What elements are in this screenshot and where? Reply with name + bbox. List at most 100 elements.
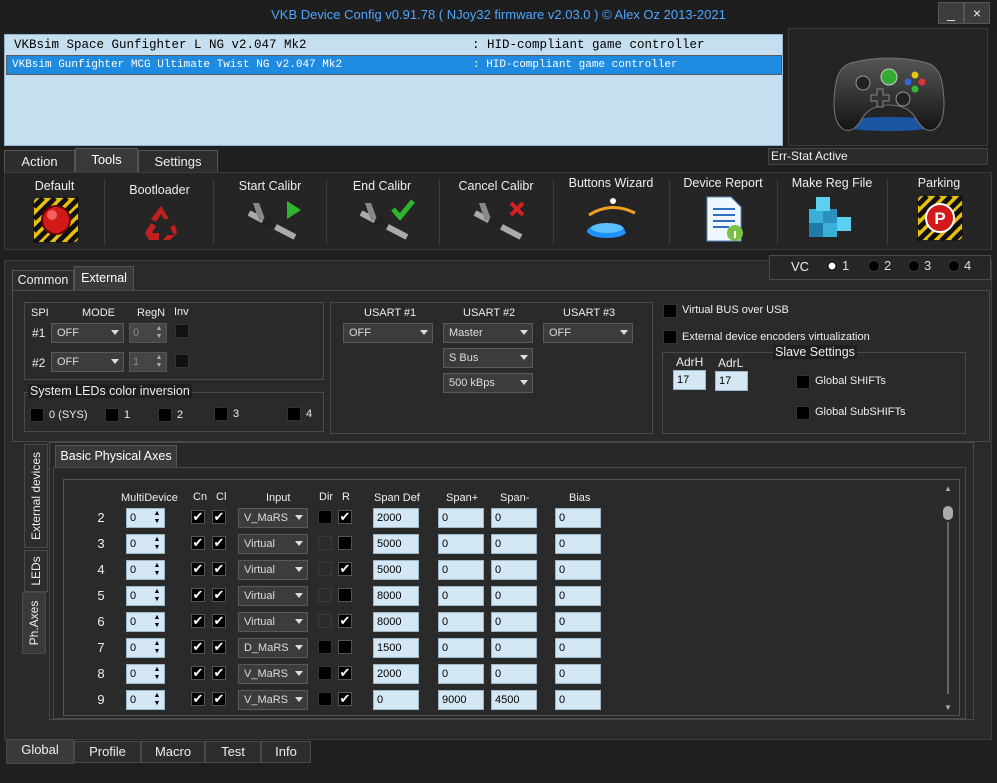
bias-input[interactable]: 0 xyxy=(555,664,601,684)
tab-test[interactable]: Test xyxy=(205,741,261,763)
dir-checkbox[interactable] xyxy=(318,692,332,706)
updown-icon[interactable]: ▲ ▼ xyxy=(152,536,162,552)
cl-checkbox[interactable]: ✔ xyxy=(212,614,226,628)
cn-checkbox[interactable]: ✔ xyxy=(191,614,205,628)
spi-2-mode-select[interactable]: OFF xyxy=(51,352,124,372)
tab-external-devices[interactable]: External devices xyxy=(24,444,48,548)
led-4-checkbox[interactable] xyxy=(287,407,301,421)
span-plus-input[interactable]: 9000 xyxy=(438,690,484,710)
input-select[interactable]: Virtual xyxy=(238,560,308,580)
ext-encoders-checkbox[interactable] xyxy=(663,330,677,344)
led-2-checkbox[interactable] xyxy=(158,408,172,422)
multidevice-stepper[interactable]: 0 ▲ ▼ xyxy=(126,638,165,658)
make-reg-file-button[interactable]: Make Reg File xyxy=(779,173,885,249)
parking-button[interactable]: Parking P xyxy=(889,173,989,249)
cancel-calibr-button[interactable]: Cancel Calibr xyxy=(441,173,551,249)
tab-tools[interactable]: Tools xyxy=(75,148,138,173)
tab-info[interactable]: Info xyxy=(261,741,311,763)
led-1-checkbox[interactable] xyxy=(105,408,119,422)
multidevice-stepper[interactable]: 0 ▲ ▼ xyxy=(126,560,165,580)
updown-icon[interactable]: ▲ ▼ xyxy=(152,510,162,526)
adrl-input[interactable]: 17 xyxy=(715,371,748,391)
span-def-input[interactable]: 1500 xyxy=(373,638,419,658)
tab-external[interactable]: External xyxy=(74,266,134,290)
updown-icon[interactable]: ▲ ▼ xyxy=(152,692,162,708)
device-row-1[interactable]: VKBsim Space Gunfighter L NG v2.047 Mk2:… xyxy=(6,36,782,54)
span-minus-input[interactable]: 0 xyxy=(491,508,537,528)
span-minus-input[interactable]: 0 xyxy=(491,560,537,580)
span-def-input[interactable]: 5000 xyxy=(373,534,419,554)
cn-checkbox[interactable]: ✔ xyxy=(191,588,205,602)
span-plus-input[interactable]: 0 xyxy=(438,534,484,554)
span-def-input[interactable]: 8000 xyxy=(373,612,419,632)
r-checkbox[interactable] xyxy=(338,536,352,550)
cl-checkbox[interactable]: ✔ xyxy=(212,640,226,654)
led-0-checkbox[interactable] xyxy=(30,408,44,422)
end-calibr-button[interactable]: End Calibr xyxy=(327,173,437,249)
input-select[interactable]: D_MaRS xyxy=(238,638,308,658)
buttons-wizard-button[interactable]: Buttons Wizard xyxy=(555,173,667,249)
multidevice-stepper[interactable]: 0 ▲ ▼ xyxy=(126,586,165,606)
span-minus-input[interactable]: 0 xyxy=(491,586,537,606)
input-select[interactable]: Virtual xyxy=(238,586,308,606)
tab-leds[interactable]: LEDs xyxy=(24,550,48,592)
vc-radio-3[interactable] xyxy=(908,260,920,272)
multidevice-stepper[interactable]: 0 ▲ ▼ xyxy=(126,690,165,710)
tab-common[interactable]: Common xyxy=(12,270,74,290)
multidevice-stepper[interactable]: 0 ▲ ▼ xyxy=(126,612,165,632)
global-subshifts-checkbox[interactable] xyxy=(796,406,810,420)
cn-checkbox[interactable]: ✔ xyxy=(191,510,205,524)
vc-radio-2[interactable] xyxy=(868,260,880,272)
r-checkbox[interactable] xyxy=(338,588,352,602)
bias-input[interactable]: 0 xyxy=(555,508,601,528)
cn-checkbox[interactable]: ✔ xyxy=(191,536,205,550)
span-minus-input[interactable]: 0 xyxy=(491,664,537,684)
span-minus-input[interactable]: 0 xyxy=(491,534,537,554)
input-select[interactable]: V_MaRS xyxy=(238,664,308,684)
tab-ph-axes[interactable]: Ph.Axes xyxy=(22,592,46,654)
dir-checkbox[interactable] xyxy=(318,640,332,654)
vc-radio-4[interactable] xyxy=(948,260,960,272)
led-3-checkbox[interactable] xyxy=(214,407,228,421)
input-select[interactable]: Virtual xyxy=(238,534,308,554)
scroll-thumb[interactable] xyxy=(943,506,953,520)
span-minus-input[interactable]: 0 xyxy=(491,638,537,658)
adrh-input[interactable]: 17 xyxy=(673,370,706,390)
cl-checkbox[interactable]: ✔ xyxy=(212,588,226,602)
tab-settings[interactable]: Settings xyxy=(138,150,218,173)
scroll-down-icon[interactable]: ▼ xyxy=(944,703,952,712)
tab-action[interactable]: Action xyxy=(4,150,75,173)
span-def-input[interactable]: 0 xyxy=(373,690,419,710)
cl-checkbox[interactable]: ✔ xyxy=(212,692,226,706)
minimize-button[interactable]: _ xyxy=(938,2,964,24)
bias-input[interactable]: 0 xyxy=(555,612,601,632)
tab-basic-physical-axes[interactable]: Basic Physical Axes xyxy=(55,445,177,467)
r-checkbox[interactable]: ✔ xyxy=(338,614,352,628)
spi-1-mode-select[interactable]: OFF xyxy=(51,323,124,343)
r-checkbox[interactable]: ✔ xyxy=(338,666,352,680)
span-plus-input[interactable]: 0 xyxy=(438,612,484,632)
dir-checkbox[interactable] xyxy=(318,510,332,524)
usart-1-select[interactable]: OFF xyxy=(343,323,433,343)
multidevice-stepper[interactable]: 0 ▲ ▼ xyxy=(126,508,165,528)
cl-checkbox[interactable]: ✔ xyxy=(212,510,226,524)
cl-checkbox[interactable]: ✔ xyxy=(212,562,226,576)
cn-checkbox[interactable]: ✔ xyxy=(191,666,205,680)
updown-icon[interactable]: ▲ ▼ xyxy=(152,562,162,578)
updown-icon[interactable]: ▲ ▼ xyxy=(152,666,162,682)
bias-input[interactable]: 0 xyxy=(555,560,601,580)
scroll-up-icon[interactable]: ▲ xyxy=(944,484,952,493)
span-minus-input[interactable]: 4500 xyxy=(491,690,537,710)
span-plus-input[interactable]: 0 xyxy=(438,560,484,580)
span-def-input[interactable]: 2000 xyxy=(373,508,419,528)
input-select[interactable]: Virtual xyxy=(238,612,308,632)
start-calibr-button[interactable]: Start Calibr xyxy=(215,173,325,249)
multidevice-stepper[interactable]: 0 ▲ ▼ xyxy=(126,534,165,554)
device-report-button[interactable]: Device Report xyxy=(671,173,775,249)
usart-2-protocol-select[interactable]: S Bus xyxy=(443,348,533,368)
cn-checkbox[interactable]: ✔ xyxy=(191,562,205,576)
span-plus-input[interactable]: 0 xyxy=(438,508,484,528)
cn-checkbox[interactable]: ✔ xyxy=(191,640,205,654)
bias-input[interactable]: 0 xyxy=(555,586,601,606)
span-plus-input[interactable]: 0 xyxy=(438,586,484,606)
